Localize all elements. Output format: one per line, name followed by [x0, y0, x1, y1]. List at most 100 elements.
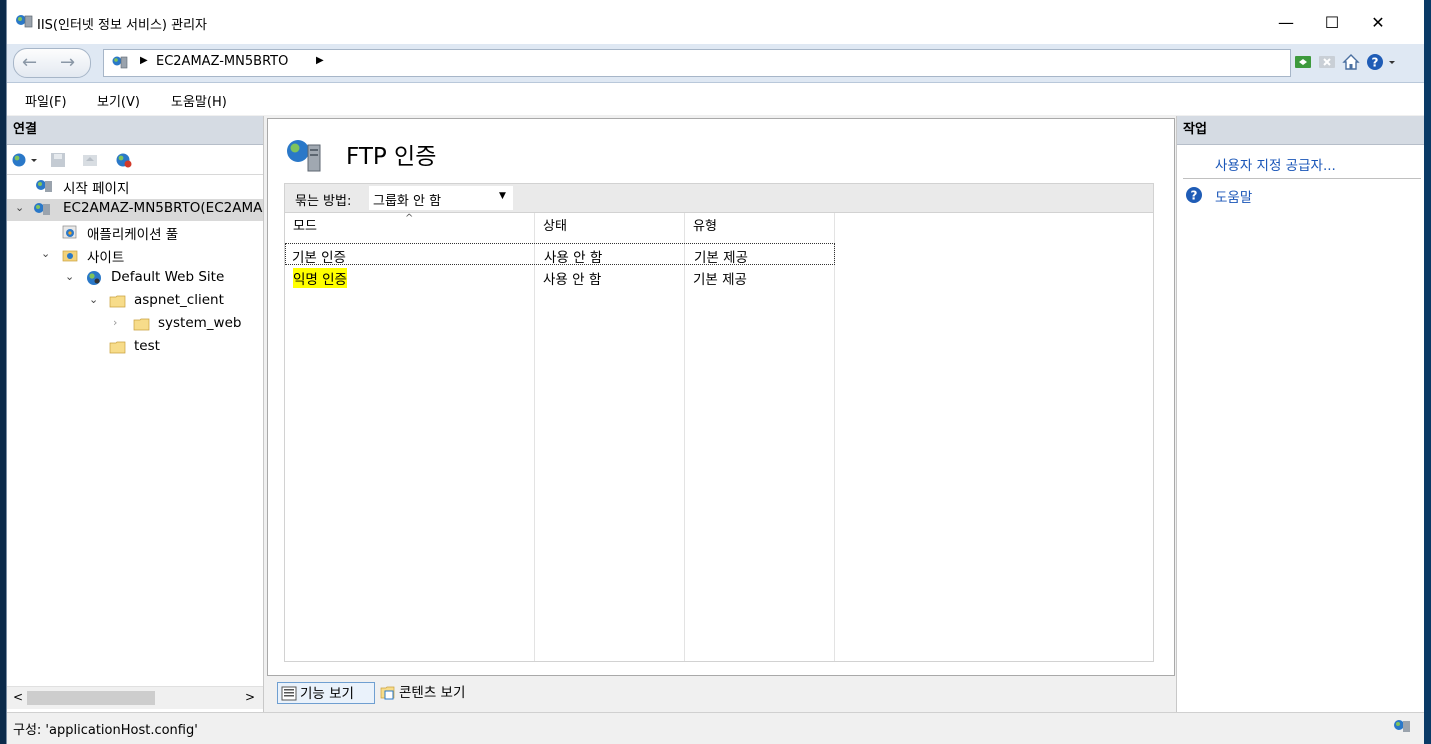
tree-item-app-pools[interactable]: 애플리케이션 풀 — [7, 222, 263, 244]
tree-label: system_web — [158, 315, 242, 331]
cell-type: 기본 제공 — [693, 272, 747, 288]
help-link[interactable]: 도움말 — [1215, 186, 1252, 206]
menu-bar: 파일(F) 보기(V) 도움말(H) — [7, 83, 1425, 115]
breadcrumb-arrow-icon[interactable]: ▶ — [316, 55, 324, 66]
column-header-status[interactable]: 상태 — [535, 213, 685, 241]
maximize-button[interactable]: ☐ — [1309, 6, 1355, 40]
app-pool-icon — [62, 225, 77, 239]
dropdown-arrow-icon[interactable]: ▼ — [499, 191, 506, 201]
collapse-chevron-icon[interactable]: ⌄ — [89, 293, 98, 306]
tree-label: 사이트 — [87, 250, 125, 266]
column-header-type[interactable]: 유형 — [685, 213, 835, 241]
cell-type: 기본 제공 — [694, 250, 748, 266]
group-by-bar: 묶는 방법: 그룹화 안 함 ▼ — [284, 183, 1154, 212]
tab-features-view[interactable]: 기능 보기 — [277, 682, 375, 704]
connect-dropdown-icon[interactable] — [11, 152, 41, 168]
minimize-button[interactable]: — — [1263, 6, 1309, 40]
address-toolbar: ? — [1293, 52, 1399, 74]
column-header-mode[interactable]: 모드 ^ — [285, 213, 535, 241]
back-arrow-icon[interactable]: ← — [22, 52, 37, 73]
iis-manager-window: IIS(인터넷 정보 서비스) 관리자 — ☐ ✕ ← → ▶ EC2AMAZ-… — [6, 0, 1426, 744]
list-row[interactable]: 기본 인증 사용 안 함 기본 제공 — [285, 243, 835, 266]
tree-item-start-page[interactable]: 시작 페이지 — [7, 176, 263, 198]
svg-text:?: ? — [1191, 189, 1198, 203]
cell-status: 사용 안 함 — [544, 250, 603, 266]
status-text: 구성: 'applicationHost.config' — [13, 723, 198, 738]
collapse-chevron-icon[interactable]: ⌄ — [65, 270, 74, 283]
window-title: IIS(인터넷 정보 서비스) 관리자 — [37, 18, 208, 33]
connections-toolbar — [7, 146, 263, 175]
menu-help[interactable]: 도움말(H) — [171, 91, 227, 110]
tab-label: 기능 보기 — [300, 686, 354, 702]
svg-text:?: ? — [1372, 56, 1379, 70]
cell-status: 사용 안 함 — [543, 272, 602, 288]
tree-item-default-web-site[interactable]: ⌄ Default Web Site — [7, 268, 263, 290]
tab-content-view[interactable]: 콘텐츠 보기 — [377, 682, 487, 704]
server-icon — [34, 203, 50, 215]
scroll-thumb[interactable] — [27, 691, 155, 705]
tree-item-sites[interactable]: ⌄ 사이트 — [7, 245, 263, 267]
cell-mode: 익명 인증 — [293, 268, 347, 288]
up-level-icon[interactable] — [81, 152, 99, 168]
sites-folder-icon — [62, 250, 78, 262]
tree-label: Default Web Site — [111, 269, 225, 285]
tree-label: EC2AMAZ-MN5BRTO(EC2AMAZ-MN5BRTO\Administ… — [63, 200, 263, 216]
tree-label: 시작 페이지 — [63, 181, 130, 197]
breadcrumb-arrow-icon[interactable]: ▶ — [140, 55, 148, 66]
start-page-icon — [36, 180, 52, 192]
menu-file[interactable]: 파일(F) — [25, 91, 67, 110]
tab-label: 콘텐츠 보기 — [399, 685, 466, 701]
tree-label: test — [134, 338, 160, 354]
feature-pane: FTP 인증 묶는 방법: 그룹화 안 함 ▼ 모드 ^ 상태 유형 기본 인증… — [265, 116, 1177, 712]
connections-pane: 연결 시작 페이지 ⌄ EC2AMAZ-MN5BRTO(EC2AMAZ 애플리케… — [7, 116, 264, 712]
folder-icon — [133, 318, 150, 331]
tree-label: aspnet_client — [134, 292, 224, 308]
stop-icon[interactable] — [1317, 52, 1337, 72]
help-dropdown-icon[interactable]: ? — [1365, 52, 1399, 72]
disconnect-icon[interactable] — [115, 152, 133, 168]
breadcrumb-server[interactable]: EC2AMAZ-MN5BRTO — [156, 54, 288, 69]
expand-chevron-icon[interactable]: › — [113, 316, 117, 329]
ftp-auth-feature-icon — [287, 140, 321, 172]
horizontal-scrollbar[interactable]: < > — [7, 686, 263, 709]
menu-view[interactable]: 보기(V) — [97, 91, 140, 110]
list-row[interactable]: 익명 인증 사용 안 함 기본 제공 — [285, 266, 835, 288]
desktop-background — [1424, 0, 1431, 744]
tree-item-test[interactable]: test — [7, 337, 263, 359]
group-by-select[interactable]: 그룹화 안 함 ▼ — [369, 186, 513, 210]
title-bar: IIS(인터넷 정보 서비스) 관리자 — ☐ ✕ — [7, 0, 1425, 44]
feature-content: FTP 인증 묶는 방법: 그룹화 안 함 ▼ 모드 ^ 상태 유형 기본 인증… — [267, 118, 1175, 676]
address-field[interactable]: ▶ EC2AMAZ-MN5BRTO ▶ — [103, 49, 1291, 77]
scroll-right-icon[interactable]: > — [245, 690, 255, 704]
page-title: FTP 인증 — [346, 144, 437, 170]
actions-divider — [1183, 178, 1421, 179]
forward-arrow-icon[interactable]: → — [60, 52, 75, 73]
server-status-icon — [1394, 720, 1410, 732]
custom-providers-link[interactable]: 사용자 지정 공급자... — [1215, 154, 1336, 174]
tree-item-aspnet-client[interactable]: ⌄ aspnet_client — [7, 291, 263, 313]
tree-label: 애플리케이션 풀 — [87, 227, 179, 243]
collapse-chevron-icon[interactable]: ⌄ — [41, 247, 50, 260]
home-icon[interactable] — [1341, 52, 1361, 72]
sort-ascending-icon: ^ — [405, 213, 414, 224]
iis-app-icon — [16, 15, 33, 28]
auth-list: 모드 ^ 상태 유형 기본 인증 사용 안 함 기본 제공 익명 인증 사용 안… — [284, 212, 1154, 662]
tree-item-server[interactable]: ⌄ EC2AMAZ-MN5BRTO(EC2AMAZ-MN5BRTO\Admini… — [7, 199, 263, 221]
help-icon: ? — [1186, 187, 1202, 203]
view-switcher: 기능 보기 콘텐츠 보기 — [265, 678, 1177, 708]
save-icon[interactable] — [49, 152, 67, 168]
cell-mode: 기본 인증 — [292, 250, 346, 266]
status-bar: 구성: 'applicationHost.config' — [7, 712, 1425, 741]
folder-icon — [109, 341, 126, 354]
actions-header: 작업 — [1177, 116, 1426, 145]
folder-icon — [109, 295, 126, 308]
navigation-buttons: ← → — [13, 48, 91, 78]
connections-header: 연결 — [7, 116, 263, 145]
tree-item-system-web[interactable]: › system_web — [7, 314, 263, 336]
close-button[interactable]: ✕ — [1355, 6, 1401, 40]
server-icon — [112, 56, 128, 69]
group-by-label: 묶는 방법: — [295, 194, 352, 209]
refresh-icon[interactable] — [1293, 52, 1313, 72]
collapse-chevron-icon[interactable]: ⌄ — [15, 201, 24, 214]
scroll-left-icon[interactable]: < — [13, 690, 23, 704]
